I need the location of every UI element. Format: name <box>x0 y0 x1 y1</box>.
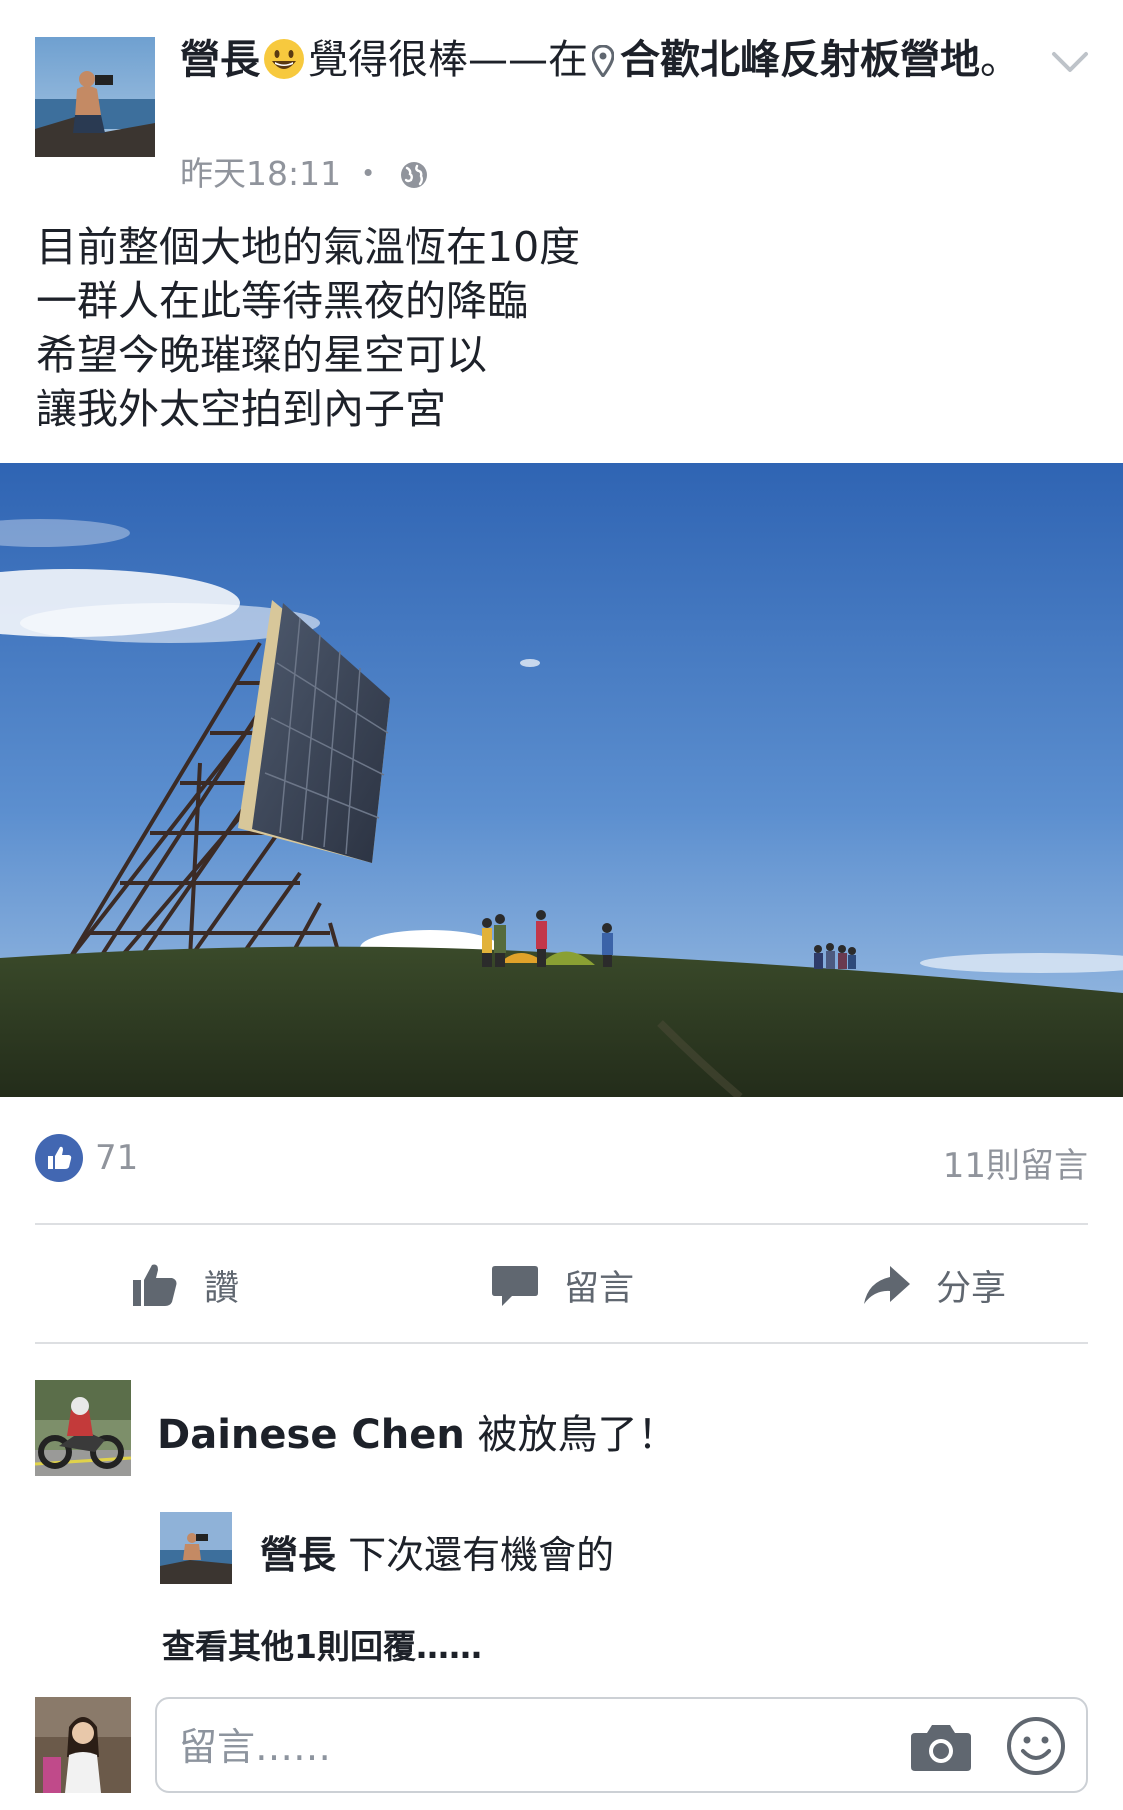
comment-text: 被放鳥了！ <box>477 1412 678 1458</box>
like-label: 讚 <box>204 1268 240 1309</box>
post-line: 讓我外太空拍到內子宮 <box>36 385 446 433</box>
commenter-name[interactable]: Dainese Chen <box>157 1412 465 1458</box>
post-body: 目前整個大地的氣溫恆在10度 一群人在此等待黑夜的降臨 希望今晚璀璨的星空可以 … <box>36 220 1086 436</box>
share-label: 分享 <box>936 1268 1007 1309</box>
camera-icon[interactable] <box>909 1721 973 1773</box>
divider <box>35 1342 1088 1344</box>
comment-count[interactable]: 11則留言 <box>943 1138 1088 1187</box>
reply-text: 下次還有機會的 <box>348 1533 615 1577</box>
thumbs-up-icon <box>133 1264 177 1306</box>
reaction-stats: 71 11則留言 <box>0 1130 1123 1190</box>
share-button[interactable]: 分享 <box>862 1253 1006 1317</box>
chevron-down-icon[interactable] <box>1050 48 1090 76</box>
comment-button[interactable]: 留言 <box>490 1253 634 1317</box>
commenter-avatar[interactable] <box>35 1380 131 1476</box>
like-button[interactable]: 讚 <box>130 1253 239 1317</box>
grinning-face-icon <box>262 37 306 81</box>
globe-icon <box>399 159 429 189</box>
speech-bubble-icon <box>492 1266 538 1306</box>
my-avatar <box>35 1697 131 1793</box>
reply: 營長 下次還有機會的 <box>260 1524 614 1579</box>
like-badge-icon[interactable] <box>35 1134 83 1182</box>
share-arrow-icon <box>864 1266 910 1304</box>
comment: Dainese Chen 被放鳥了！ <box>157 1402 678 1460</box>
post-timestamp[interactable]: 昨天18:11 <box>180 154 341 193</box>
post-headline: 營長 覺得很棒——在 合歡北峰反射板營地。 <box>180 34 1020 86</box>
view-more-replies-link[interactable]: 查看其他1則回覆…… <box>162 1620 482 1668</box>
comment-input[interactable] <box>179 1717 879 1777</box>
post-meta: 昨天18:11 ・ <box>180 154 429 194</box>
feeling-text: 覺得很棒——在 <box>308 37 588 83</box>
author-avatar[interactable] <box>35 37 155 157</box>
post-header: 營長 覺得很棒——在 合歡北峰反射板營地。 昨天18:11 ・ <box>0 0 1123 200</box>
comment-label: 留言 <box>564 1268 635 1309</box>
smiley-icon[interactable] <box>1005 1715 1067 1777</box>
comment-composer <box>155 1697 1088 1793</box>
post-line: 目前整個大地的氣溫恆在10度 <box>36 223 581 271</box>
replier-name[interactable]: 營長 <box>260 1533 336 1577</box>
like-count[interactable]: 71 <box>95 1138 138 1178</box>
post-photo[interactable] <box>0 463 1123 1097</box>
reply-avatar[interactable] <box>160 1512 232 1584</box>
post-line: 希望今晚璀璨的星空可以 <box>36 331 487 379</box>
location-link[interactable]: 合歡北峰反射板營地 <box>620 37 980 83</box>
post-line: 一群人在此等待黑夜的降臨 <box>36 277 528 325</box>
map-pin-icon <box>591 38 615 79</box>
action-bar: 讚 留言 分享 <box>0 1225 1123 1345</box>
author-name[interactable]: 營長 <box>180 37 260 83</box>
location-suffix: 。 <box>980 37 1020 83</box>
meta-separator: ・ <box>351 154 385 193</box>
